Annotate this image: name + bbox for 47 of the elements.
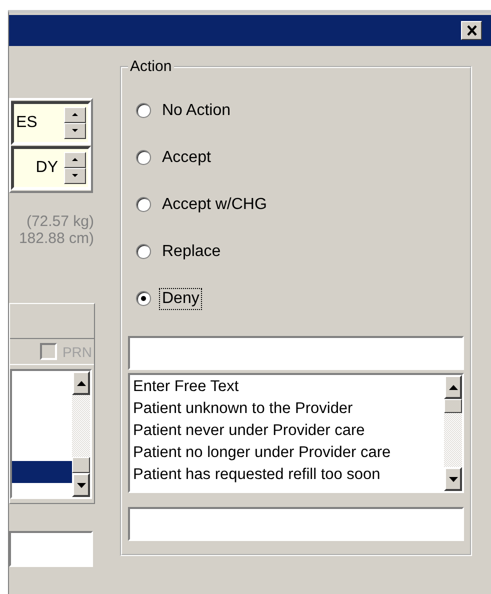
scroll-bar[interactable]	[72, 371, 90, 497]
radio-button[interactable]	[136, 197, 151, 212]
text-field[interactable]	[128, 336, 464, 370]
down-arrow-icon	[72, 129, 78, 133]
text-field[interactable]	[128, 507, 464, 541]
text-field[interactable]	[9, 531, 93, 567]
spin-down-button[interactable]	[64, 168, 86, 184]
spin-up-button[interactable]	[64, 152, 86, 168]
radio-label[interactable]: Accept w/CHG	[159, 194, 270, 216]
group-title: Action	[129, 58, 173, 75]
reason-list-box[interactable]: Enter Free Text Patient unknown to the Provider Patient never under Provider care Patient no longer under Provider care Patient has requested refill too soon	[128, 373, 464, 493]
up-arrow-icon	[76, 380, 86, 386]
close-icon	[466, 25, 478, 36]
reason-list-item[interactable]: Patient no longer under Provider care	[133, 442, 441, 464]
scroll-up-button[interactable]	[72, 371, 90, 395]
scroll-bar[interactable]	[444, 375, 462, 491]
reason-list-item[interactable]: Patient has requested refill too soon	[133, 464, 441, 486]
radio-button[interactable]	[136, 103, 151, 118]
up-arrow-icon	[72, 113, 78, 117]
up-arrow-icon	[72, 158, 78, 162]
unit-conversion-text: (72.57 kg)	[26, 213, 94, 230]
radio-label[interactable]: No Action	[159, 100, 234, 122]
scroll-down-button[interactable]	[72, 473, 90, 497]
scroll-up-button[interactable]	[444, 375, 462, 399]
scroll-thumb[interactable]	[72, 457, 90, 473]
reason-list-item[interactable]: Patient unknown to the Provider	[133, 398, 441, 420]
list-box[interactable]	[10, 369, 92, 499]
spin-down-button[interactable]	[64, 123, 86, 139]
down-arrow-icon	[76, 482, 86, 488]
radio-button[interactable]	[136, 244, 151, 259]
scroll-thumb[interactable]	[444, 399, 462, 413]
radio-button[interactable]	[136, 291, 151, 306]
radio-button[interactable]	[136, 150, 151, 165]
reason-list-item[interactable]: Enter Free Text	[133, 376, 441, 398]
up-arrow-icon	[448, 384, 458, 390]
spin-box[interactable]: ES	[11, 101, 91, 145]
radio-label[interactable]: Deny	[159, 288, 202, 310]
scroll-down-button[interactable]	[444, 467, 462, 491]
reason-list-item[interactable]: Patient never under Provider care	[133, 420, 441, 442]
down-arrow-icon	[72, 174, 78, 178]
spin-box[interactable]: DY	[11, 146, 91, 190]
radio-label[interactable]: Replace	[159, 240, 224, 262]
down-arrow-icon	[448, 476, 458, 482]
radio-label[interactable]: Accept	[159, 146, 214, 168]
close-button[interactable]	[461, 21, 482, 40]
spin-up-button[interactable]	[64, 107, 86, 123]
unit-conversion-text: 182.88 cm)	[18, 230, 94, 247]
